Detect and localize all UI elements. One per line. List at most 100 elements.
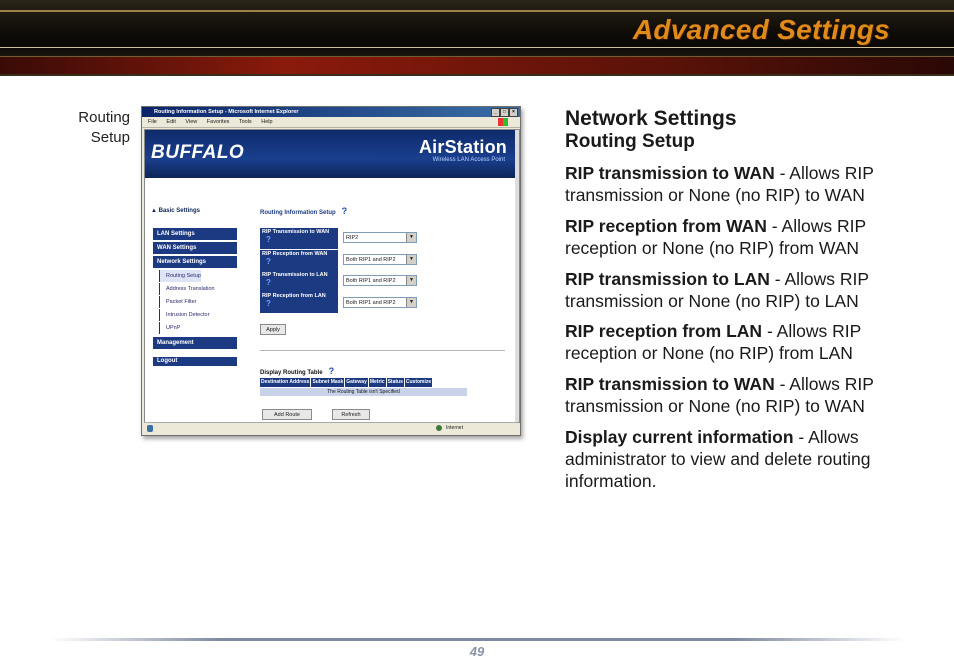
select-value: Both RIP1 and RIP2	[346, 257, 396, 263]
nav-sub-intrusion-detector[interactable]: Intrusion Detector	[159, 309, 209, 321]
rip-rx-lan-select[interactable]: Both RIP1 and RIP2 ▼	[343, 297, 417, 308]
routing-table-header: Destination Address Subnet Mask Gateway …	[260, 378, 433, 387]
rip-label-row: RIP Reception from WAN?	[260, 250, 338, 271]
help-icon[interactable]: ?	[266, 278, 336, 287]
nav-wan-settings[interactable]: WAN Settings	[153, 242, 237, 254]
description-item: RIP transmission to LAN - Allows RIP tra…	[565, 268, 910, 312]
menu-help[interactable]: Help	[261, 119, 272, 125]
close-icon[interactable]: ×	[509, 108, 518, 117]
chevron-down-icon[interactable]: ▼	[406, 276, 416, 285]
buffalo-logo: BUFFALO	[151, 142, 245, 163]
header-stripe	[0, 47, 954, 48]
item-term: RIP transmission to LAN	[565, 269, 770, 289]
item-term: RIP reception from LAN	[565, 321, 763, 341]
browser-title-bar: Routing Information Setup - Microsoft In…	[142, 107, 520, 117]
item-term: Display current information	[565, 427, 794, 447]
help-icon[interactable]: ?	[342, 206, 348, 216]
display-routing-title: Display Routing Table?	[260, 366, 334, 376]
description-item: RIP transmission to WAN - Allows RIP tra…	[565, 373, 910, 417]
rip-label: RIP Reception from WAN	[262, 251, 328, 257]
description-item: RIP transmission to WAN - Allows RIP tra…	[565, 162, 910, 206]
globe-icon	[436, 424, 442, 431]
rip-label: RIP Transmission to LAN	[262, 272, 328, 278]
help-icon[interactable]: ?	[329, 366, 335, 376]
menu-tools[interactable]: Tools	[239, 119, 252, 125]
minimize-icon[interactable]: _	[491, 108, 500, 117]
chevron-down-icon[interactable]: ▼	[406, 255, 416, 264]
chevron-down-icon[interactable]: ▼	[406, 298, 416, 307]
nav-management[interactable]: Management	[153, 337, 237, 349]
section-heading: Network Settings	[565, 107, 737, 130]
section-subheading: Routing Setup	[565, 131, 695, 152]
caption-line-1: Routing	[78, 109, 130, 126]
item-term: RIP reception from WAN	[565, 216, 767, 236]
refresh-button[interactable]: Refresh	[332, 409, 370, 420]
item-term: RIP transmission to WAN	[565, 374, 775, 394]
help-icon[interactable]: ?	[266, 299, 336, 308]
basic-settings-link[interactable]: ▲ Basic Settings	[151, 208, 200, 214]
rip-label-row: RIP Reception from LAN?	[260, 292, 338, 313]
table-header-cell: Subnet Mask	[311, 378, 345, 387]
description-item: RIP reception from WAN - Allows RIP rece…	[565, 215, 910, 259]
nav-sub-packet-filter[interactable]: Packet Filter	[159, 296, 197, 308]
select-value: Both RIP1 and RIP2	[346, 300, 396, 306]
select-value: Both RIP1 and RIP2	[346, 278, 396, 284]
description-item: Display current information - Allows adm…	[565, 426, 910, 492]
menu-view[interactable]: View	[185, 119, 197, 125]
rip-label: RIP Transmission to WAN	[262, 229, 330, 235]
item-term: RIP transmission to WAN	[565, 163, 775, 183]
section-divider	[260, 350, 505, 351]
ie-page-icon	[147, 425, 153, 432]
browser-title: Routing Information Setup - Microsoft In…	[154, 109, 299, 115]
nav-network-settings[interactable]: Network Settings	[153, 256, 237, 268]
description-item: RIP reception from LAN - Allows RIP rece…	[565, 320, 910, 364]
apply-button[interactable]: Apply	[260, 324, 286, 335]
nav-lan-settings[interactable]: LAN Settings	[153, 228, 237, 240]
header-red-band	[0, 57, 954, 74]
menu-edit[interactable]: Edit	[166, 119, 175, 125]
page-number: 49	[469, 644, 485, 659]
status-zone: Internet	[436, 423, 463, 434]
routing-info-title: Routing Information Setup?	[260, 206, 347, 216]
select-value: RIP2	[346, 235, 359, 241]
nav-sub-routing-setup[interactable]: Routing Setup	[159, 270, 201, 282]
display-routing-title-text: Display Routing Table	[260, 370, 323, 376]
caption-line-2: Setup	[90, 129, 130, 146]
table-header-cell: Status	[386, 378, 404, 387]
table-header-cell: Destination Address	[260, 378, 311, 387]
routing-info-title-text: Routing Information Setup	[260, 210, 336, 216]
help-icon[interactable]: ?	[266, 235, 336, 244]
rip-label: RIP Reception from LAN	[262, 293, 326, 299]
nav-logout[interactable]: Logout	[153, 357, 237, 366]
browser-page: BUFFALO AirStation Wireless LAN Access P…	[144, 129, 520, 423]
rip-tx-lan-select[interactable]: Both RIP1 and RIP2 ▼	[343, 275, 417, 286]
browser-status-bar: Internet	[144, 422, 518, 434]
table-header-cell: Metric	[368, 378, 386, 387]
airstation-logo: AirStation	[418, 137, 507, 157]
rip-rx-wan-select[interactable]: Both RIP1 and RIP2 ▼	[343, 254, 417, 265]
rip-label-row: RIP Transmission to LAN?	[260, 271, 338, 292]
menu-favorites[interactable]: Favorites	[207, 119, 230, 125]
help-icon[interactable]: ?	[266, 257, 336, 266]
page-header: Advanced Settings	[0, 0, 954, 76]
nav-sub-upnp[interactable]: UPnP	[159, 322, 180, 334]
table-header-cell: Customize	[404, 378, 433, 387]
page-scrollbar[interactable]	[515, 130, 519, 422]
screenshot-caption: Routing Setup	[60, 108, 130, 148]
browser-window: Routing Information Setup - Microsoft In…	[141, 106, 521, 436]
rip-label-row: RIP Transmission to WAN?	[260, 228, 338, 249]
add-route-button[interactable]: Add Route	[262, 409, 312, 420]
page-title: Advanced Settings	[632, 14, 890, 45]
rip-tx-wan-select[interactable]: RIP2 ▼	[343, 232, 417, 243]
airstation-tagline: Wireless LAN Access Point	[432, 157, 505, 163]
menu-file[interactable]: File	[148, 119, 157, 125]
table-header-cell: Gateway	[345, 378, 368, 387]
maximize-icon[interactable]: □	[500, 108, 509, 117]
status-zone-label: Internet	[446, 425, 463, 431]
routing-table-empty-row: The Routing Table isn't Specified	[260, 388, 467, 396]
chevron-down-icon[interactable]: ▼	[406, 233, 416, 242]
nav-sub-address-translation[interactable]: Address Translation	[159, 283, 215, 295]
header-stripe	[0, 10, 954, 12]
browser-menu-bar: File Edit View Favorites Tools Help	[142, 117, 520, 128]
airstation-banner: BUFFALO AirStation Wireless LAN Access P…	[145, 130, 515, 178]
